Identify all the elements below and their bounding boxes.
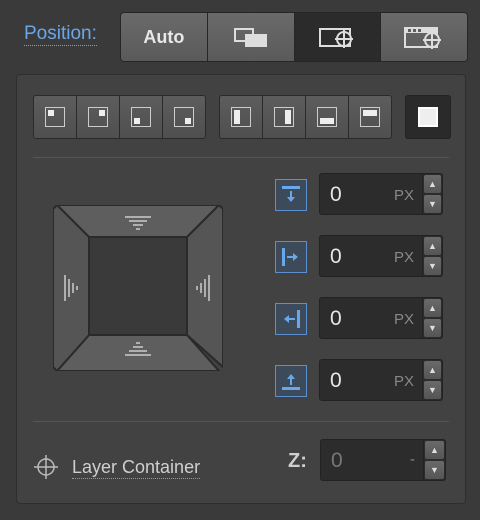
mode-overlap-button[interactable] [207, 13, 294, 61]
right-offset-stepper: ▲ ▼ [423, 297, 443, 339]
left-offset-value: 0 [330, 245, 342, 268]
top-offset-icon [275, 179, 307, 211]
z-index-unit: - [410, 451, 415, 468]
crosshair-icon [34, 455, 58, 479]
increment-button[interactable]: ▲ [424, 237, 441, 255]
top-offset-field[interactable]: 0 PX [319, 173, 423, 215]
anchor-top-left-button[interactable] [34, 96, 76, 138]
bottom-offset-stepper: ▲ ▼ [423, 359, 443, 401]
anchor-bottom-left-button[interactable] [120, 96, 162, 138]
layer-target-icon [319, 28, 354, 48]
divider [33, 157, 449, 158]
z-index-stepper: ▲ ▼ [424, 439, 446, 481]
bottom-offset-field[interactable]: 0 PX [319, 359, 423, 401]
anchor-top-left-icon [45, 107, 65, 127]
fill-button[interactable] [405, 95, 451, 139]
left-offset-field[interactable]: 0 PX [319, 235, 423, 277]
offset-row-left: 0 PX ▲ ▼ [275, 235, 447, 279]
layer-container-label: Layer Container [72, 456, 201, 479]
mode-browser-target-button[interactable] [381, 13, 467, 61]
stretch-right-icon [274, 107, 294, 127]
decrement-button[interactable]: ▼ [424, 381, 441, 399]
stretch-bottom-button[interactable] [306, 96, 348, 138]
bottom-offset-icon [275, 365, 307, 397]
stretch-left-button[interactable] [220, 96, 262, 138]
increment-button[interactable]: ▲ [424, 299, 441, 317]
stretch-bottom-icon [317, 107, 337, 127]
bottom-offset-unit: PX [393, 373, 414, 390]
stretch-left-icon [231, 107, 251, 127]
decrement-button[interactable]: ▼ [425, 461, 444, 479]
right-offset-value: 0 [330, 307, 342, 330]
browser-target-icon [404, 27, 442, 49]
offset-row-bottom: 0 PX ▲ ▼ [275, 359, 447, 403]
position-mode-selector: Auto [120, 12, 468, 62]
right-offset-unit: PX [393, 311, 414, 328]
edge-stretch-group [219, 95, 392, 139]
mode-layer-target-button[interactable] [294, 13, 381, 61]
bottom-offset-value: 0 [330, 369, 342, 392]
anchor-bottom-right-icon [174, 107, 194, 127]
position-label[interactable]: Position: [24, 23, 97, 46]
pad-center [88, 236, 188, 336]
offset-row-top: 0 PX ▲ ▼ [275, 173, 447, 217]
stretch-top-icon [360, 107, 380, 127]
top-offset-stepper: ▲ ▼ [423, 173, 443, 215]
mode-auto-button[interactable]: Auto [121, 13, 207, 61]
z-index-label: Z: [288, 450, 307, 472]
anchor-top-right-icon [88, 107, 108, 127]
offset-direction-pad [53, 205, 223, 371]
corner-anchor-group [33, 95, 206, 139]
stretch-right-button[interactable] [263, 96, 305, 138]
z-index-value: 0 [331, 449, 343, 472]
overlap-icon [233, 28, 267, 47]
right-offset-icon [275, 303, 307, 335]
decrement-button[interactable]: ▼ [424, 195, 441, 213]
anchor-top-right-button[interactable] [77, 96, 119, 138]
offset-row-right: 0 PX ▲ ▼ [275, 297, 447, 341]
increment-button[interactable]: ▲ [424, 175, 441, 193]
fill-icon [418, 107, 438, 127]
increment-button[interactable]: ▲ [425, 441, 444, 459]
stretch-top-button[interactable] [349, 96, 391, 138]
left-offset-unit: PX [393, 249, 414, 266]
increment-button[interactable]: ▲ [424, 361, 441, 379]
top-offset-unit: PX [393, 187, 414, 204]
left-offset-stepper: ▲ ▼ [423, 235, 443, 277]
z-index-field[interactable]: 0 - [320, 439, 424, 481]
z-index-control: 0 - ▲ ▼ [320, 439, 448, 481]
right-offset-field[interactable]: 0 PX [319, 297, 423, 339]
decrement-button[interactable]: ▼ [424, 319, 441, 337]
divider [33, 421, 449, 422]
anchor-bottom-left-icon [131, 107, 151, 127]
layer-container-link[interactable]: Layer Container [32, 453, 201, 481]
top-offset-value: 0 [330, 183, 342, 206]
left-offset-icon [275, 241, 307, 273]
decrement-button[interactable]: ▼ [424, 257, 441, 275]
anchor-bottom-right-button[interactable] [163, 96, 205, 138]
